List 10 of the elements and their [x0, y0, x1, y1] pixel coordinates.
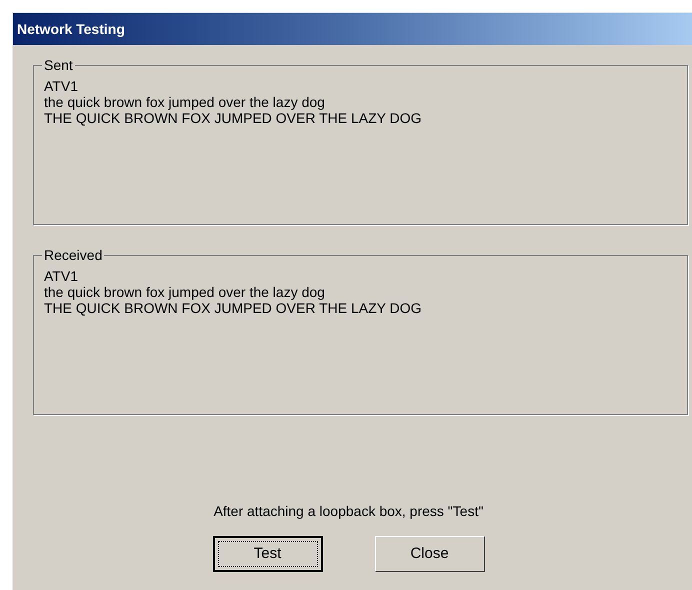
text-line: ATV1	[44, 268, 79, 284]
dialog-button[interactable]: Test	[212, 536, 322, 572]
window-title: Network Testing	[17, 20, 125, 39]
dialog-button[interactable]: Close	[374, 536, 484, 572]
instruction-text: After attaching a loopback box, press "Test"	[214, 502, 484, 521]
text-line: ATV1	[44, 78, 79, 94]
text-line: the quick brown fox jumped over the lazy dog	[44, 94, 326, 110]
text-line: the quick brown fox jumped over the lazy dog	[44, 284, 326, 300]
text-line: THE QUICK BROWN FOX JUMPED OVER THE LAZY DOG	[44, 300, 423, 316]
text-line: THE QUICK BROWN FOX JUMPED OVER THE LAZY DOG	[44, 110, 423, 126]
